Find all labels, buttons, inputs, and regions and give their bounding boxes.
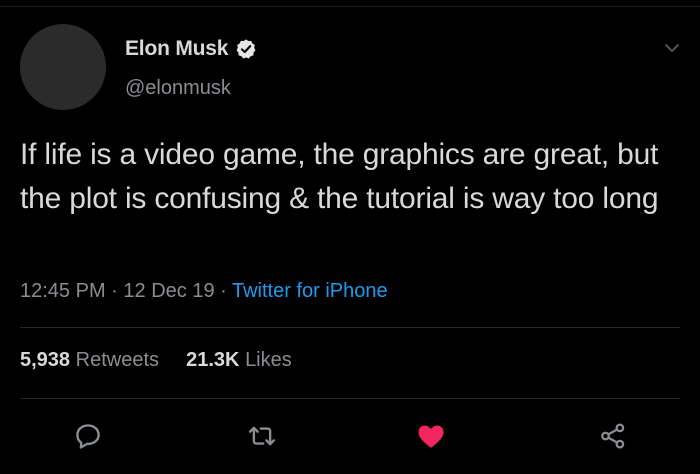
author-handle[interactable]: @elonmusk xyxy=(125,77,231,100)
verified-badge-icon xyxy=(235,38,257,60)
retweets-label: Retweets xyxy=(75,349,159,371)
divider xyxy=(20,398,680,399)
action-bar xyxy=(0,418,700,458)
reply-icon xyxy=(73,421,103,456)
tweet-stats: 5,938 Retweets 21.3K Likes xyxy=(20,349,292,372)
tweet-card: Elon Musk @elonmusk If life is a video g… xyxy=(0,0,700,474)
reply-button[interactable] xyxy=(68,418,108,458)
tweet-date[interactable]: 12 Dec 19 xyxy=(123,280,214,302)
heart-icon xyxy=(415,420,447,457)
retweets-count: 5,938 xyxy=(20,349,71,371)
tweet-time[interactable]: 12:45 PM xyxy=(20,280,106,302)
like-button[interactable] xyxy=(411,418,451,458)
top-divider xyxy=(0,6,700,7)
share-icon xyxy=(598,421,628,456)
author-name[interactable]: Elon Musk xyxy=(125,37,228,61)
likes-label: Likes xyxy=(245,349,292,371)
retweets-stat[interactable]: 5,938 Retweets xyxy=(20,349,165,371)
avatar[interactable] xyxy=(20,24,106,110)
meta-separator: · xyxy=(111,280,124,302)
tweet-text: If life is a video game, the graphics ar… xyxy=(20,138,659,215)
tweet-source-link[interactable]: Twitter for iPhone xyxy=(232,280,388,302)
likes-count: 21.3K xyxy=(186,349,240,371)
likes-stat[interactable]: 21.3K Likes xyxy=(186,349,292,371)
chevron-down-icon[interactable] xyxy=(662,38,682,58)
retweet-icon xyxy=(247,421,277,456)
author-name-row: Elon Musk xyxy=(125,35,257,63)
retweet-button[interactable] xyxy=(242,418,282,458)
meta-separator: · xyxy=(220,280,232,302)
share-button[interactable] xyxy=(593,418,633,458)
tweet-meta: 12:45 PM · 12 Dec 19 · Twitter for iPhon… xyxy=(20,280,388,303)
divider xyxy=(20,327,680,328)
